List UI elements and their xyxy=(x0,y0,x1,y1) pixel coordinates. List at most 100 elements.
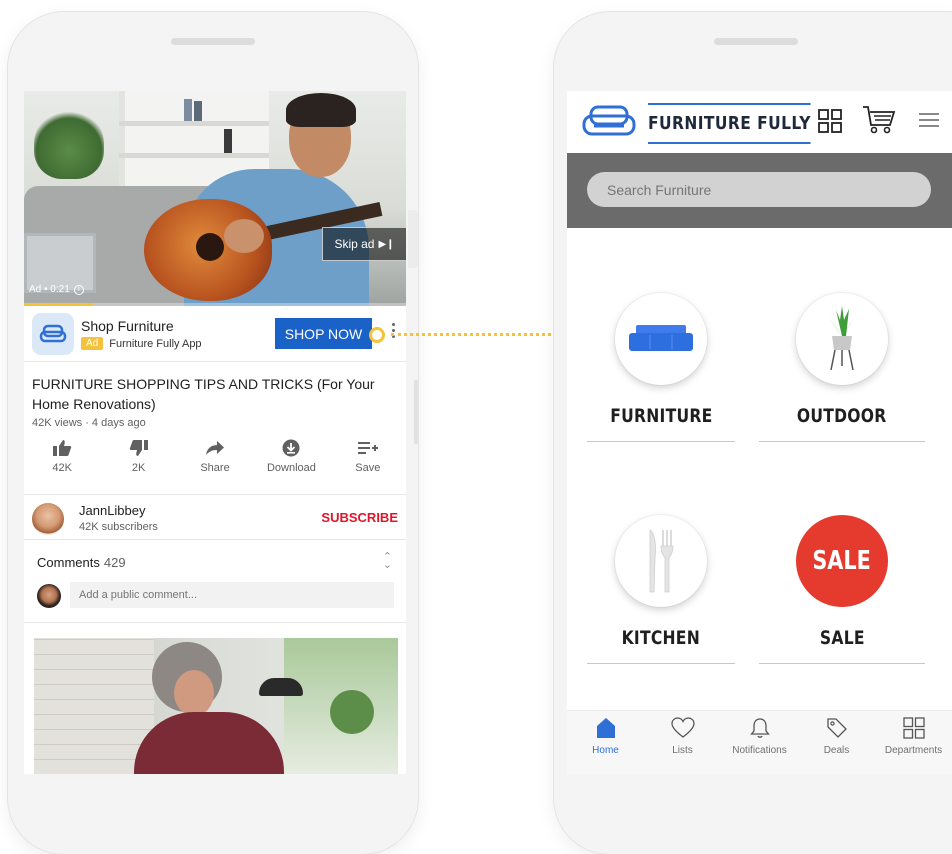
skip-ad-button[interactable]: Skip ad ▶❙ xyxy=(322,227,406,261)
save-button[interactable]: Save xyxy=(330,439,406,485)
save-label: Save xyxy=(355,462,381,474)
sofa-logo-icon[interactable] xyxy=(582,104,636,138)
save-to-playlist-icon xyxy=(357,442,378,454)
speaker-grille xyxy=(171,38,255,45)
background-plant xyxy=(34,109,104,179)
fork-knife-icon xyxy=(649,529,674,593)
tab-lists[interactable]: Lists xyxy=(644,711,721,774)
person-hair xyxy=(286,93,356,127)
app-icon[interactable] xyxy=(32,313,74,355)
comments-label: Comments xyxy=(37,555,100,570)
tab-notifications-label: Notifications xyxy=(732,745,787,756)
next-video-thumbnail[interactable] xyxy=(34,638,398,774)
phone-volume-button xyxy=(414,380,418,444)
ad-timer: Ad • 0:21 i xyxy=(29,284,84,295)
guitar-soundhole xyxy=(196,233,224,261)
video-title: FURNITURE SHOPPING TIPS AND TRICKS (For … xyxy=(32,376,375,412)
ad-advertiser: Furniture Fully App xyxy=(109,337,202,350)
category-sale[interactable]: SALE SALE xyxy=(759,515,925,664)
comments-header[interactable]: Comments 429 xyxy=(37,555,126,570)
share-label: Share xyxy=(200,462,230,474)
shelf-book xyxy=(194,101,202,121)
bottom-tab-bar: Home Lists Notifications Deals Departmen… xyxy=(567,710,952,774)
skip-next-icon: ▶❙ xyxy=(378,238,395,250)
skip-ad-label: Skip ad xyxy=(334,237,375,251)
tab-home-label: Home xyxy=(592,745,619,756)
phone-side-button xyxy=(408,210,418,268)
user-avatar xyxy=(37,584,61,608)
shop-now-button[interactable]: SHOP NOW xyxy=(275,318,372,349)
category-furniture-label: FURNITURE xyxy=(609,405,713,427)
cart-icon[interactable] xyxy=(862,105,896,135)
channel-name[interactable]: JannLibbey xyxy=(79,503,146,518)
video-player[interactable]: Skip ad ▶❙ Ad • 0:21 i xyxy=(24,91,406,306)
category-furniture[interactable]: FURNITURE xyxy=(587,293,735,442)
info-icon[interactable]: i xyxy=(73,284,84,295)
tab-departments[interactable]: Departments xyxy=(875,711,952,774)
tab-deals-label: Deals xyxy=(823,745,850,756)
ad-time-label: Ad • 0:21 xyxy=(29,284,70,295)
category-furniture-circle xyxy=(615,293,707,385)
category-kitchen-label: KITCHEN xyxy=(621,627,701,649)
sale-badge-text: SALE xyxy=(812,546,872,576)
person-hand xyxy=(224,219,264,253)
tab-departments-label: Departments xyxy=(884,745,943,756)
category-divider xyxy=(759,441,925,442)
expand-collapse-icon[interactable]: ⌃ ⌄ xyxy=(383,552,392,571)
woman-face xyxy=(174,670,214,716)
comment-input[interactable] xyxy=(70,582,394,608)
shelf-book xyxy=(184,99,192,121)
hamburger-menu-icon[interactable] xyxy=(919,113,939,127)
comments-section: Comments 429 ⌃ ⌄ xyxy=(24,541,406,623)
tab-home[interactable]: Home xyxy=(567,711,644,774)
thumbs-down-icon xyxy=(129,440,148,456)
comments-count: 429 xyxy=(103,555,126,570)
category-outdoor-label: OUTDOOR xyxy=(797,405,887,427)
ad-subline: Ad Furniture Fully App xyxy=(81,337,202,350)
video-meta: 42K views · 4 days ago xyxy=(32,417,146,429)
potted-plant-icon xyxy=(828,306,856,371)
ad-companion-bar: Shop Furniture Ad Furniture Fully App SH… xyxy=(24,306,406,362)
like-button[interactable]: 42K xyxy=(24,439,100,485)
ad-badge: Ad xyxy=(81,337,104,350)
search-furniture-input[interactable] xyxy=(587,172,931,207)
video-app-screen: Skip ad ▶❙ Ad • 0:21 i Shop Furniture Ad… xyxy=(24,91,406,774)
brand-name: FURNITURE FULLY xyxy=(648,103,811,144)
channel-row: JannLibbey 42K subscribers SUBSCRIBE xyxy=(24,494,406,540)
category-kitchen[interactable]: KITCHEN xyxy=(587,515,735,664)
bell-icon xyxy=(749,718,770,738)
dislike-button[interactable]: 2K xyxy=(100,439,176,485)
shelf-row xyxy=(119,153,269,158)
grid-view-icon[interactable] xyxy=(818,109,842,133)
heart-icon xyxy=(670,717,695,738)
download-icon xyxy=(282,439,300,457)
tab-deals[interactable]: Deals xyxy=(798,711,875,774)
share-icon xyxy=(206,441,225,455)
kitchen-plant xyxy=(330,690,374,734)
sofa-icon xyxy=(629,325,693,351)
tab-notifications[interactable]: Notifications xyxy=(721,711,798,774)
subscribe-button[interactable]: SUBSCRIBE xyxy=(321,510,398,525)
thumbs-up-icon xyxy=(53,440,72,456)
shelf-book xyxy=(224,129,232,153)
like-count: 42K xyxy=(52,462,72,474)
category-outdoor[interactable]: OUTDOOR xyxy=(759,293,925,442)
dislike-count: 2K xyxy=(131,462,146,474)
download-label: Download xyxy=(266,462,316,474)
category-divider xyxy=(759,663,925,664)
pendant-lamp xyxy=(259,678,303,696)
video-actions: 42K 2K Share Download Save xyxy=(24,439,406,485)
download-button[interactable]: Download xyxy=(253,439,329,485)
ad-title: Shop Furniture xyxy=(81,318,174,334)
category-outdoor-circle xyxy=(796,293,888,385)
category-divider xyxy=(587,441,735,442)
woman-body xyxy=(134,712,284,774)
connector-origin-dot xyxy=(369,327,385,343)
share-button[interactable]: Share xyxy=(177,439,253,485)
sofa-icon xyxy=(39,324,67,343)
grid-icon xyxy=(902,717,925,739)
category-sale-circle: SALE xyxy=(796,515,888,607)
channel-avatar[interactable] xyxy=(32,503,64,535)
app-header: FURNITURE FULLY xyxy=(567,91,952,153)
channel-subscribers: 42K subscribers xyxy=(79,521,158,533)
